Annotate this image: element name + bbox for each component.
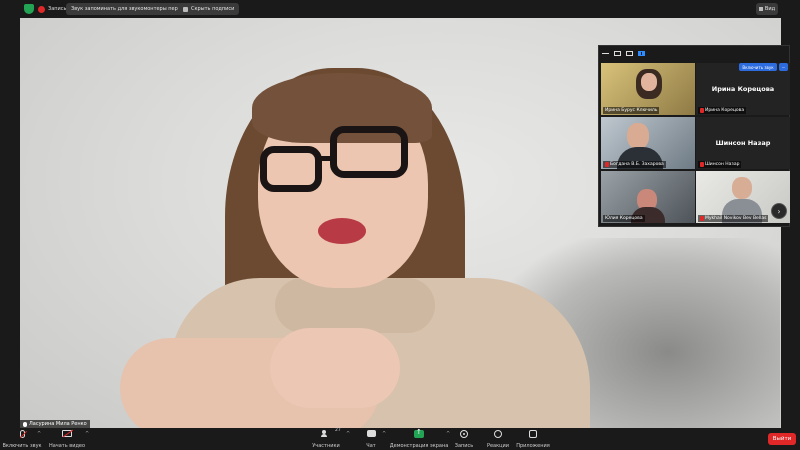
record-button[interactable]: Запись [454, 429, 474, 449]
share-screen-icon [414, 428, 424, 438]
unmute-request-button[interactable]: Включить звук [739, 63, 777, 71]
participant-name: Ирина Бурус Ключиль [605, 108, 658, 113]
recording-indicator[interactable]: Запись [38, 3, 66, 15]
share-label: Демонстрация экрана [389, 443, 449, 449]
speaker-name: Ласурина Мила Ренко [29, 421, 87, 427]
apps-label: Приложения [516, 443, 550, 449]
participants-label: Участники [312, 443, 340, 449]
audio-options-chevron-icon[interactable]: ^ [37, 431, 41, 437]
participant-face [627, 123, 649, 149]
record-label: Запись [454, 443, 474, 449]
recording-label: Запись [48, 6, 67, 12]
captions-icon [183, 6, 188, 12]
participant-face [732, 177, 752, 199]
reactions-icon [493, 429, 503, 438]
chat-label: Чат [366, 443, 376, 449]
zoom-meeting-window: Запись Звук запоминать для звукомонтеры … [0, 0, 800, 450]
participant-tile[interactable]: Шинсон Назар Шинсон Назар [696, 117, 790, 169]
view-button[interactable]: Вид [756, 3, 778, 15]
chat-options-chevron-icon[interactable]: ^ [382, 431, 386, 437]
apps-button[interactable]: Приложения [516, 429, 550, 449]
participants-icon: 27 [321, 428, 341, 438]
glasses-left-lens [260, 146, 322, 192]
view-grid-icon [758, 7, 763, 11]
participant-tile[interactable]: Юлия Корецова [601, 171, 695, 223]
subtitles-text: Скрыть подписи [191, 6, 235, 12]
speaker-hand-right [270, 328, 400, 408]
muted-mic-icon [605, 162, 609, 167]
unmute-label: Включить звук [2, 443, 42, 449]
record-icon [459, 429, 469, 438]
muted-mic-icon [700, 216, 704, 221]
audio-info-pill[interactable]: Звук запоминать для звукомонтеры персиса [66, 3, 195, 15]
leave-label: Выйти [772, 436, 792, 442]
participant-label: Юлия Корецова [603, 215, 645, 222]
apps-icon [528, 429, 538, 438]
speaker-name-tag: Ласурина Мила Ренко [20, 420, 90, 428]
video-label: Начать видео [48, 443, 86, 449]
security-shield-icon[interactable] [24, 4, 34, 14]
strip-view-icon[interactable] [626, 50, 633, 56]
share-options-chevron-icon[interactable]: ^ [446, 431, 450, 437]
grid-view-icon[interactable] [638, 50, 645, 56]
reactions-button[interactable]: Реакции [486, 429, 510, 449]
chat-icon [366, 429, 376, 438]
participant-name: Ирина Корецова [705, 108, 745, 113]
participant-label: Ирина Корецова [698, 107, 747, 114]
more-options-label: ··· [781, 64, 786, 70]
audio-info-text: Звук запоминать для звукомонтеры персиса [71, 6, 190, 12]
recording-dot-icon [38, 5, 45, 13]
glasses-right-lens [330, 126, 408, 178]
participant-face [641, 73, 657, 91]
camera-off-icon [62, 429, 72, 438]
participants-button[interactable]: 27 Участники [312, 428, 341, 449]
participant-label: Mykhail Novikov Bev Bellas [698, 215, 769, 222]
participant-tile[interactable]: Ирина Бурус Ключиль [601, 63, 695, 115]
unmute-request-label: Включить звук [742, 64, 774, 70]
top-bar: Запись Звук запоминать для звукомонтеры … [0, 0, 800, 18]
speaker-lips [318, 218, 366, 244]
minimize-icon[interactable] [602, 52, 609, 54]
participant-name: Богдана В.Б. Захарова [610, 162, 664, 167]
start-video-button[interactable]: Начать видео [48, 429, 86, 449]
video-options-chevron-icon[interactable]: ^ [85, 431, 89, 437]
share-screen-button[interactable]: Демонстрация экрана [389, 428, 449, 450]
chat-button[interactable]: Чат [364, 429, 378, 449]
participant-label: Богдана В.Б. Захарова [603, 161, 666, 168]
mic-muted-icon [17, 429, 27, 438]
participant-tile[interactable]: Богдана В.Б. Захарова [601, 117, 695, 169]
view-label: Вид [764, 6, 776, 12]
single-view-icon[interactable] [614, 50, 621, 56]
next-page-chevron-icon[interactable]: › [771, 203, 787, 219]
participant-label: Шинсон Назар [698, 161, 742, 168]
participant-name: Шинсон Назар [705, 162, 740, 167]
reactions-label: Реакции [486, 443, 510, 449]
muted-mic-icon [700, 108, 704, 113]
participant-label: Ирина Бурус Ключиль [603, 107, 660, 114]
gallery-toolbar [599, 46, 789, 60]
muted-mic-icon [700, 162, 704, 167]
unmute-button[interactable]: Включить звук [2, 429, 42, 449]
participant-name: Mykhail Novikov Bev Bellas [705, 216, 767, 221]
mic-icon [23, 421, 27, 427]
participants-count: 27 [335, 428, 341, 433]
participants-options-chevron-icon[interactable]: ^ [346, 431, 350, 437]
meeting-toolbar: Включить звук ^ Начать видео ^ 27 Участн… [0, 428, 800, 450]
glasses-bridge [318, 156, 334, 161]
subtitles-pill[interactable]: Скрыть подписи [178, 3, 240, 15]
more-options-button[interactable]: ··· [779, 63, 788, 71]
leave-meeting-button[interactable]: Выйти [768, 433, 796, 445]
participant-name: Юлия Корецова [605, 216, 643, 221]
gallery-panel: Ирина Бурус Ключиль Ирина Корецова Ирина… [598, 45, 790, 227]
